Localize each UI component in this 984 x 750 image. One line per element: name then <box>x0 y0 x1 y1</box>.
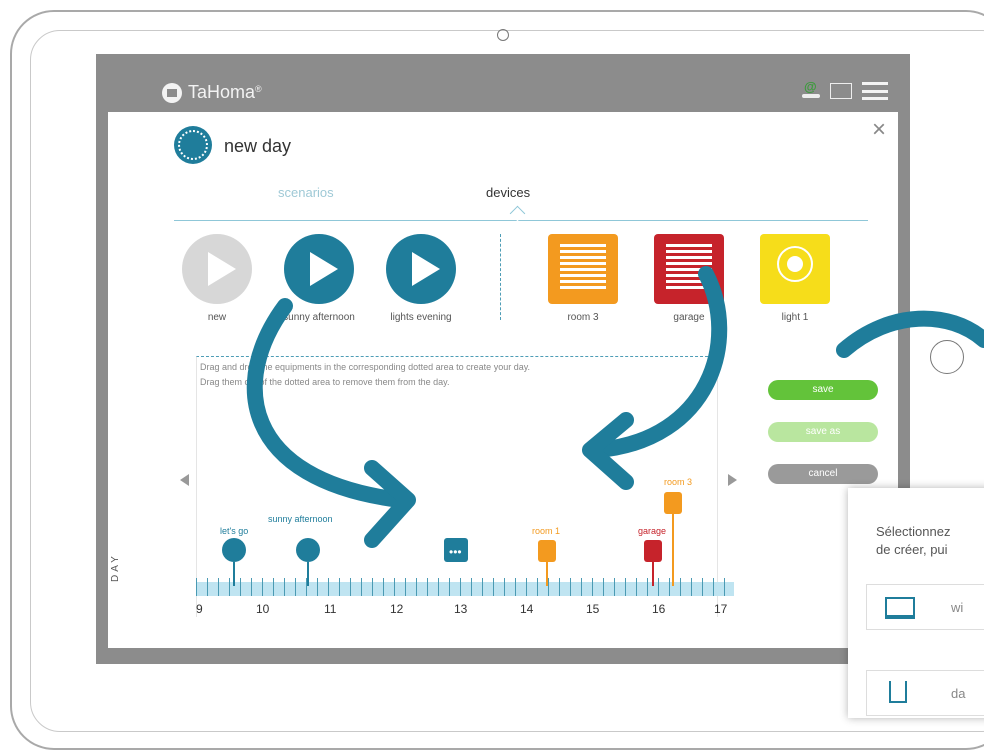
panel-text-line1: Sélectionnez <box>876 524 951 539</box>
laptop-icon <box>885 597 915 619</box>
add-panel: Sélectionnez de créer, pui wi da <box>848 488 984 718</box>
panel-text-line2: de créer, pui <box>876 542 948 557</box>
gesture-overlay <box>246 266 984 548</box>
swipe-arc <box>836 310 984 358</box>
panel-item-da[interactable]: da <box>866 670 984 716</box>
panel-item-wi[interactable]: wi <box>866 584 984 630</box>
panel-item-label: wi <box>951 600 964 615</box>
drink-icon <box>889 681 907 703</box>
panel-item-label: da <box>951 686 966 701</box>
